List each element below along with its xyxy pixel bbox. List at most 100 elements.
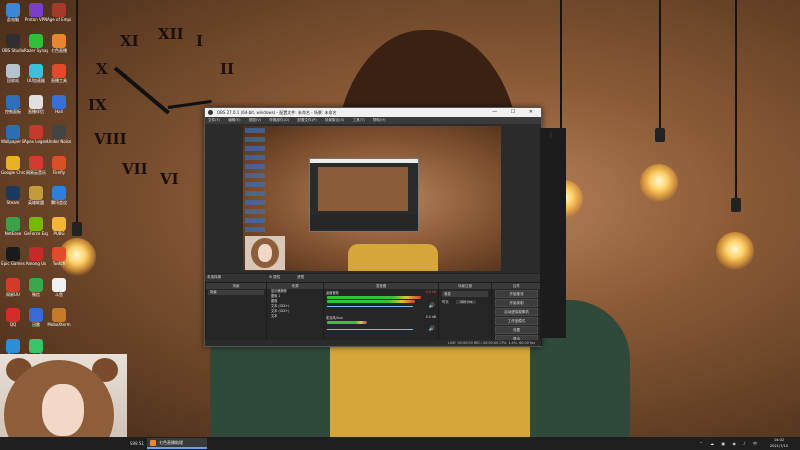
- app-icon: [29, 277, 43, 292]
- start-streaming-button[interactable]: 开始推流: [495, 290, 538, 298]
- app-icon: [6, 186, 20, 200]
- menu-help[interactable]: 帮助(H): [373, 118, 386, 122]
- desktop-icon[interactable]: 微信: [24, 277, 48, 302]
- desktop-icon[interactable]: PUBG: [47, 216, 71, 241]
- app-icon: [52, 247, 66, 261]
- menu-edit[interactable]: 编辑(E): [228, 118, 240, 122]
- desktop-icon[interactable]: 七色直播: [47, 33, 71, 58]
- app-icon: [52, 125, 66, 139]
- desktop-icon[interactable]: 迅雷: [24, 308, 48, 332]
- desktop-icon[interactable]: GeForce Experience: [24, 216, 48, 241]
- desktop-icon[interactable]: Google Chrome: [1, 155, 25, 180]
- desktop-icon[interactable]: Twitch: [47, 247, 71, 271]
- scenes-panel: 场景 场景 + − ∧ ∨: [205, 282, 267, 346]
- no-source-selected: 未选择源: [207, 275, 221, 279]
- app-icon: [29, 3, 43, 17]
- desktop-icon[interactable]: 英雄联盟: [24, 186, 48, 210]
- desktop-icon-label: 微信: [32, 291, 40, 297]
- app-icon: [6, 33, 20, 48]
- desktop-icon[interactable]: OBS Studio: [1, 33, 25, 58]
- desktop-icon[interactable]: 控制面板: [1, 94, 25, 119]
- desktop-icon-label: UU加速器: [27, 78, 45, 83]
- obs-title-text: OBS 27.0.1 (64-bit, windows) - 配置文件: 未命名…: [217, 110, 337, 115]
- desktop-icon[interactable]: Epic Games: [1, 247, 25, 271]
- menu-tools[interactable]: 工具(T): [353, 118, 365, 122]
- desktop-icon[interactable]: Hall: [47, 94, 71, 119]
- start-recording-button[interactable]: 开始录制: [495, 299, 538, 307]
- desktop-icon-label: Epic Games: [1, 261, 25, 266]
- scene-item[interactable]: 场景: [208, 290, 264, 295]
- desktop-icon[interactable]: 腾讯会议: [47, 186, 71, 210]
- desktop-icon-label: NetEase: [4, 230, 22, 236]
- desktop-icon[interactable]: Apex Legends: [24, 125, 48, 149]
- app-icon: [6, 338, 20, 353]
- duration-label: 时长: [442, 300, 449, 304]
- desktop-icon-label: 英雄联盟: [28, 200, 44, 205]
- desktop-icon-label: MobaXterm: [47, 322, 71, 327]
- settings-button[interactable]: 设置: [495, 326, 538, 334]
- mic-mute-icon[interactable]: 🔊: [429, 326, 435, 332]
- desktop-icon[interactable]: Age of Empires: [47, 3, 71, 27]
- menu-docks[interactable]: 停靠部件(D): [269, 118, 289, 122]
- desktop-icon[interactable]: Wallpaper Engine: [1, 125, 25, 149]
- desktop-icon[interactable]: Proton VPN: [24, 3, 48, 27]
- desktop-icon[interactable]: NetEase: [1, 216, 25, 241]
- filters-button[interactable]: 滤镜: [297, 275, 304, 280]
- desktop-icon[interactable]: 网易UU: [1, 277, 25, 302]
- obs-titlebar[interactable]: OBS 27.0.1 (64-bit, windows) - 配置文件: 未命名…: [205, 108, 541, 117]
- desktop-icon-label: 腾讯会议: [51, 200, 67, 205]
- desktop-icon-label: 直播伴侣: [28, 108, 44, 114]
- menu-file[interactable]: 文件(F): [208, 118, 220, 122]
- desktop-icon[interactable]: 回收站: [1, 64, 25, 88]
- taskbar-app-label: 七色直播助理: [159, 440, 183, 445]
- mic-audio-label: 麦克风/Aux: [326, 316, 343, 320]
- taskbar-search[interactable]: S98 S1: [128, 438, 146, 449]
- system-tray[interactable]: ⌃ ☁ ▣ ◉ ♪ 中: [699, 437, 760, 450]
- desktop-icon[interactable]: 直播工具: [47, 64, 71, 88]
- desktop-icon-label: Age of Empires: [47, 17, 71, 22]
- virtual-camera-button[interactable]: 启动虚拟摄像机: [495, 308, 538, 316]
- obs-preview-canvas[interactable]: [243, 126, 501, 271]
- scene-transitions-panel: 场景过渡 渐变 时长 300 ms: [438, 282, 492, 346]
- window-controls[interactable]: — ☐ ✕: [492, 108, 539, 117]
- desktop-icon[interactable]: Steam: [1, 186, 25, 210]
- duration-input[interactable]: 300 ms: [455, 300, 477, 304]
- side-app-window[interactable]: ⋮: [540, 128, 566, 338]
- desktop-icon[interactable]: 直播伴侣: [24, 94, 48, 119]
- desktop-icon[interactable]: 斗鱼: [47, 277, 71, 302]
- taskbar-app-button[interactable]: 七色直播助理: [147, 438, 207, 449]
- app-icon: [52, 186, 66, 200]
- desktop-icon-label: 控制面板: [5, 108, 21, 114]
- obs-window[interactable]: OBS 27.0.1 (64-bit, windows) - 配置文件: 未命名…: [204, 107, 542, 347]
- app-icon: [29, 94, 43, 109]
- desktop-icon[interactable]: UU加速器: [24, 64, 48, 88]
- app-icon: [29, 216, 43, 231]
- menu-view[interactable]: 视图(V): [249, 118, 261, 122]
- desktop-icon-label: Under Noise: [47, 139, 71, 144]
- desktop-icon[interactable]: Razer Synapse: [24, 33, 48, 58]
- share-icon[interactable]: ⋮: [548, 132, 554, 139]
- desktop-icon[interactable]: 网易云音乐: [24, 155, 48, 180]
- desktop-icon-label: Twitch: [52, 261, 66, 266]
- desktop-icon[interactable]: 此电脑: [1, 3, 25, 27]
- mic-audio-slider[interactable]: [327, 329, 413, 330]
- desktop-icon-label: 网易UU: [6, 291, 20, 297]
- desktop-icon-label: GeForce Experience: [24, 230, 48, 236]
- scenes-title: 场景: [206, 283, 266, 289]
- desktop-audio-mute-icon[interactable]: 🔊: [429, 303, 435, 309]
- taskbar-clock[interactable]: 14:02 2021/7/10: [762, 438, 796, 449]
- studio-mode-button[interactable]: 工作室模式: [495, 317, 538, 325]
- desktop-icon[interactable]: MobaXterm: [47, 308, 71, 332]
- webcam-overlay: [0, 354, 127, 450]
- desktop-icon[interactable]: QQ: [1, 308, 25, 332]
- desktop-icon[interactable]: Among Us: [24, 247, 48, 271]
- menu-scene-collection[interactable]: 场景集合(S): [325, 118, 344, 122]
- desktop-icon[interactable]: Under Noise: [47, 125, 71, 149]
- desktop-audio-slider[interactable]: [327, 306, 413, 307]
- properties-button[interactable]: ⚙ 属性: [269, 275, 280, 280]
- desktop-icon[interactable]: Firefly: [47, 155, 71, 180]
- sources-panel: 来源 显示器捕获 图像 1 图像 文本 (GDI+) 文本 (GDI+) 文本 …: [266, 282, 324, 346]
- transition-select[interactable]: 渐变: [442, 291, 488, 297]
- source-item[interactable]: 文本: [271, 314, 323, 319]
- menu-profile[interactable]: 配置文件(P): [297, 118, 316, 122]
